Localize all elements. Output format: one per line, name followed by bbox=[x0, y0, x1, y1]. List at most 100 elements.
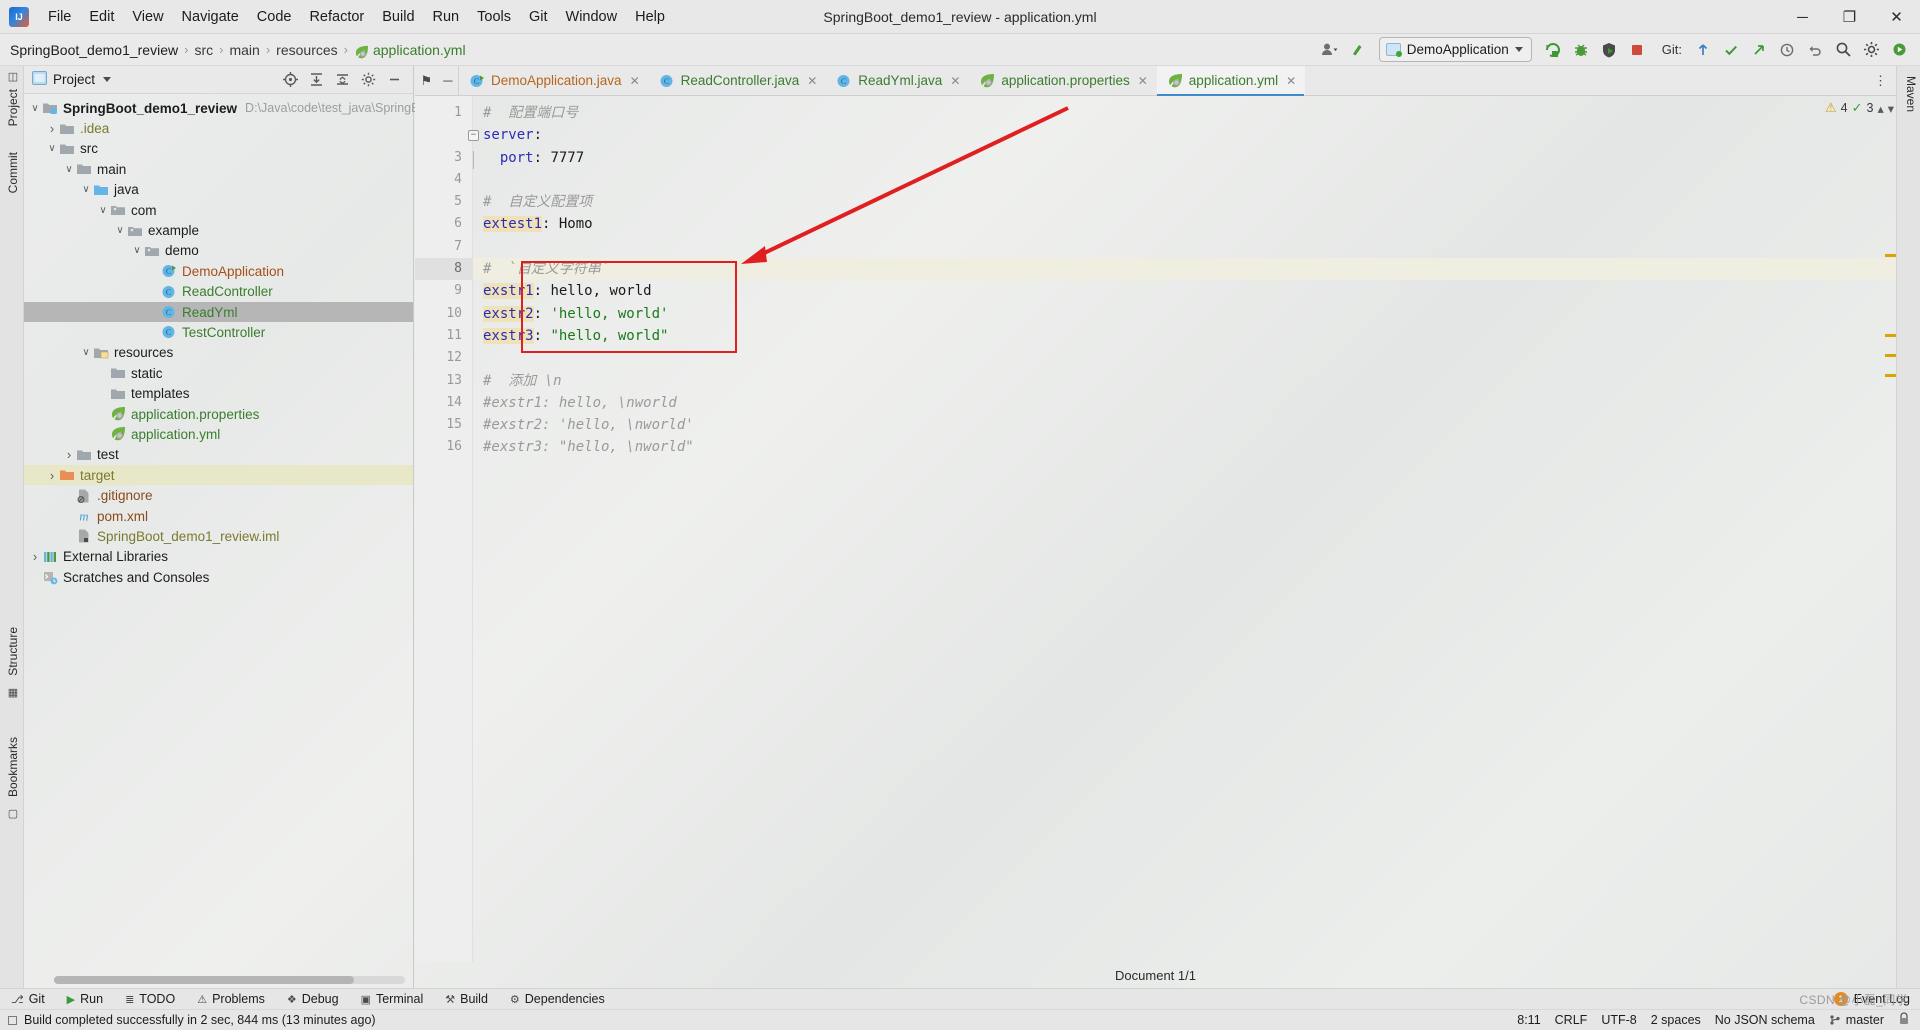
undo-icon[interactable] bbox=[1802, 37, 1828, 63]
indent-setting[interactable]: 2 spaces bbox=[1651, 1013, 1701, 1027]
code-line[interactable]: # 自定义配置项 bbox=[473, 191, 1896, 213]
project-horizontal-scrollbar[interactable] bbox=[54, 976, 405, 984]
close-tab-icon[interactable]: ✕ bbox=[1138, 74, 1148, 88]
search-icon[interactable] bbox=[1830, 37, 1856, 63]
breadcrumb-leaf[interactable]: application.yml bbox=[373, 42, 466, 58]
gear-icon[interactable] bbox=[1858, 37, 1884, 63]
chevron-down-icon[interactable]: ∨ bbox=[79, 346, 93, 360]
line-number[interactable]: 7 bbox=[415, 236, 472, 258]
tool-window-terminal[interactable]: ▣ Terminal bbox=[350, 992, 435, 1006]
menu-item-navigate[interactable]: Navigate bbox=[173, 5, 248, 29]
tree-node-resources[interactable]: ∨ resources bbox=[24, 343, 413, 363]
code-line[interactable]: exstr2: 'hello, world' bbox=[473, 303, 1896, 325]
tree-node-springboot-demo1-review[interactable]: ∨ SpringBoot_demo1_review D:\Java\code\tes… bbox=[24, 98, 426, 118]
menu-item-git[interactable]: Git bbox=[520, 5, 557, 29]
line-number[interactable]: 14 bbox=[415, 392, 472, 414]
select-opened-file-icon[interactable] bbox=[279, 69, 301, 91]
maximize-button[interactable]: ❐ bbox=[1826, 0, 1873, 34]
close-tab-icon[interactable]: ✕ bbox=[1286, 74, 1296, 88]
tree-node-main[interactable]: ∨ main bbox=[24, 159, 413, 179]
tool-window-commit[interactable]: Commit bbox=[2, 146, 24, 199]
hide-tabs-icon[interactable]: ─ bbox=[443, 73, 452, 88]
line-number[interactable]: 8 bbox=[415, 258, 472, 281]
close-tab-icon[interactable]: ✕ bbox=[807, 74, 817, 88]
chevron-right-icon[interactable]: › bbox=[28, 549, 42, 564]
tree-node--idea[interactable]: › .idea bbox=[24, 118, 413, 138]
tool-window-structure[interactable]: Structure bbox=[2, 621, 24, 682]
stop-icon[interactable] bbox=[1624, 37, 1650, 63]
git-push-icon[interactable] bbox=[1746, 37, 1772, 63]
tool-window-run[interactable]: ▶ Run bbox=[56, 992, 114, 1006]
expand-all-icon[interactable] bbox=[305, 69, 327, 91]
history-clock-icon[interactable] bbox=[1774, 37, 1800, 63]
line-number[interactable]: 15 bbox=[415, 414, 472, 436]
menu-item-code[interactable]: Code bbox=[248, 5, 301, 29]
chevron-down-icon[interactable]: ∨ bbox=[62, 162, 76, 176]
tool-window-maven[interactable]: Maven bbox=[1900, 70, 1920, 118]
code-line[interactable] bbox=[473, 347, 1896, 369]
run-icon[interactable] bbox=[1540, 37, 1566, 63]
pin-tab-icon[interactable]: ⚑ bbox=[421, 73, 433, 89]
breadcrumb-item-0[interactable]: SpringBoot_demo1_review bbox=[10, 42, 178, 58]
tree-node-com[interactable]: ∨ com bbox=[24, 200, 413, 220]
tree-node-templates[interactable]: templates bbox=[24, 383, 413, 403]
read-only-lock-icon[interactable] bbox=[1898, 1012, 1910, 1028]
code-line[interactable] bbox=[473, 236, 1896, 258]
tree-node-demo[interactable]: ∨ demo bbox=[24, 241, 413, 261]
run-with-coverage-icon[interactable] bbox=[1596, 37, 1622, 63]
tool-window-build[interactable]: ⚒ Build bbox=[434, 992, 499, 1006]
tree-node-pom-xml[interactable]: m pom.xml bbox=[24, 506, 413, 526]
code-line[interactable]: port: 7777 bbox=[473, 147, 1896, 169]
chevron-down-icon[interactable]: ∨ bbox=[96, 203, 110, 217]
tree-node-static[interactable]: static bbox=[24, 363, 413, 383]
breadcrumb-item-2[interactable]: main bbox=[229, 42, 259, 58]
tree-node-testcontroller[interactable]: C TestController bbox=[24, 322, 413, 342]
tool-window-project[interactable]: Project bbox=[2, 83, 24, 132]
tree-node-target[interactable]: › target bbox=[24, 465, 413, 486]
code-line[interactable]: # 添加 \n bbox=[473, 370, 1896, 392]
editor-tab-application-properties[interactable]: application.properties ✕ bbox=[969, 66, 1156, 95]
chevron-down-icon[interactable]: ∨ bbox=[45, 142, 59, 156]
close-tab-icon[interactable]: ✕ bbox=[630, 74, 640, 88]
collapse-all-icon[interactable] bbox=[331, 69, 353, 91]
tree-node-application-yml[interactable]: application.yml bbox=[24, 424, 413, 444]
git-update-icon[interactable] bbox=[1690, 37, 1716, 63]
json-schema-selector[interactable]: No JSON schema bbox=[1715, 1013, 1815, 1027]
chevron-down-icon[interactable]: ∨ bbox=[28, 101, 42, 115]
update-arrow-icon[interactable] bbox=[1345, 37, 1371, 63]
line-number[interactable]: 9 bbox=[415, 280, 472, 302]
menu-item-view[interactable]: View bbox=[123, 5, 172, 29]
menu-item-file[interactable]: File bbox=[39, 5, 80, 29]
caret-position[interactable]: 8:11 bbox=[1517, 1013, 1540, 1027]
chevron-right-icon[interactable]: › bbox=[62, 447, 76, 462]
chevron-down-icon[interactable]: ▾ bbox=[1888, 101, 1894, 116]
tree-node-springboot-demo1-review-iml[interactable]: SpringBoot_demo1_review.iml bbox=[24, 526, 413, 546]
tool-window-problems[interactable]: ⚠ Problems bbox=[186, 992, 276, 1006]
line-number[interactable]: 11 bbox=[415, 325, 472, 347]
breadcrumb-item-3[interactable]: resources bbox=[276, 42, 337, 58]
chevron-down-icon[interactable]: ∨ bbox=[130, 244, 144, 258]
code-line[interactable] bbox=[473, 169, 1896, 191]
tree-node--gitignore[interactable]: .gitignore bbox=[24, 485, 413, 505]
settings-gear-icon[interactable] bbox=[357, 69, 379, 91]
editor-tab-readcontroller-java[interactable]: C ReadController.java ✕ bbox=[649, 66, 827, 95]
menu-item-help[interactable]: Help bbox=[626, 5, 674, 29]
code-line[interactable]: exstr1: hello, world bbox=[473, 280, 1896, 302]
code-line[interactable]: # 配置端口号 bbox=[473, 102, 1896, 124]
chevron-down-icon[interactable]: ∨ bbox=[113, 224, 127, 238]
line-separator[interactable]: CRLF bbox=[1555, 1013, 1588, 1027]
run-configuration-selector[interactable]: DemoApplication bbox=[1378, 37, 1532, 62]
code-line[interactable]: #exstr1: hello, \nworld bbox=[473, 392, 1896, 414]
line-number-gutter[interactable]: 1−3 4 5 6 7 8 9 10 11 12 13 14 15 16 bbox=[415, 96, 479, 962]
chevron-right-icon[interactable]: › bbox=[45, 468, 59, 483]
more-vertical-icon[interactable]: ⋮ bbox=[1874, 73, 1888, 89]
chevron-down-icon[interactable] bbox=[103, 77, 112, 82]
tree-node-external-libraries[interactable]: › External Libraries bbox=[24, 547, 413, 567]
tree-node-readcontroller[interactable]: C ReadController bbox=[24, 282, 413, 302]
file-encoding[interactable]: UTF-8 bbox=[1601, 1013, 1636, 1027]
close-button[interactable]: ✕ bbox=[1873, 0, 1920, 34]
hide-panel-icon[interactable] bbox=[383, 69, 405, 91]
tree-node-java[interactable]: ∨ java bbox=[24, 180, 413, 200]
line-number[interactable]: 4 bbox=[415, 169, 472, 191]
menu-item-tools[interactable]: Tools bbox=[468, 5, 520, 29]
